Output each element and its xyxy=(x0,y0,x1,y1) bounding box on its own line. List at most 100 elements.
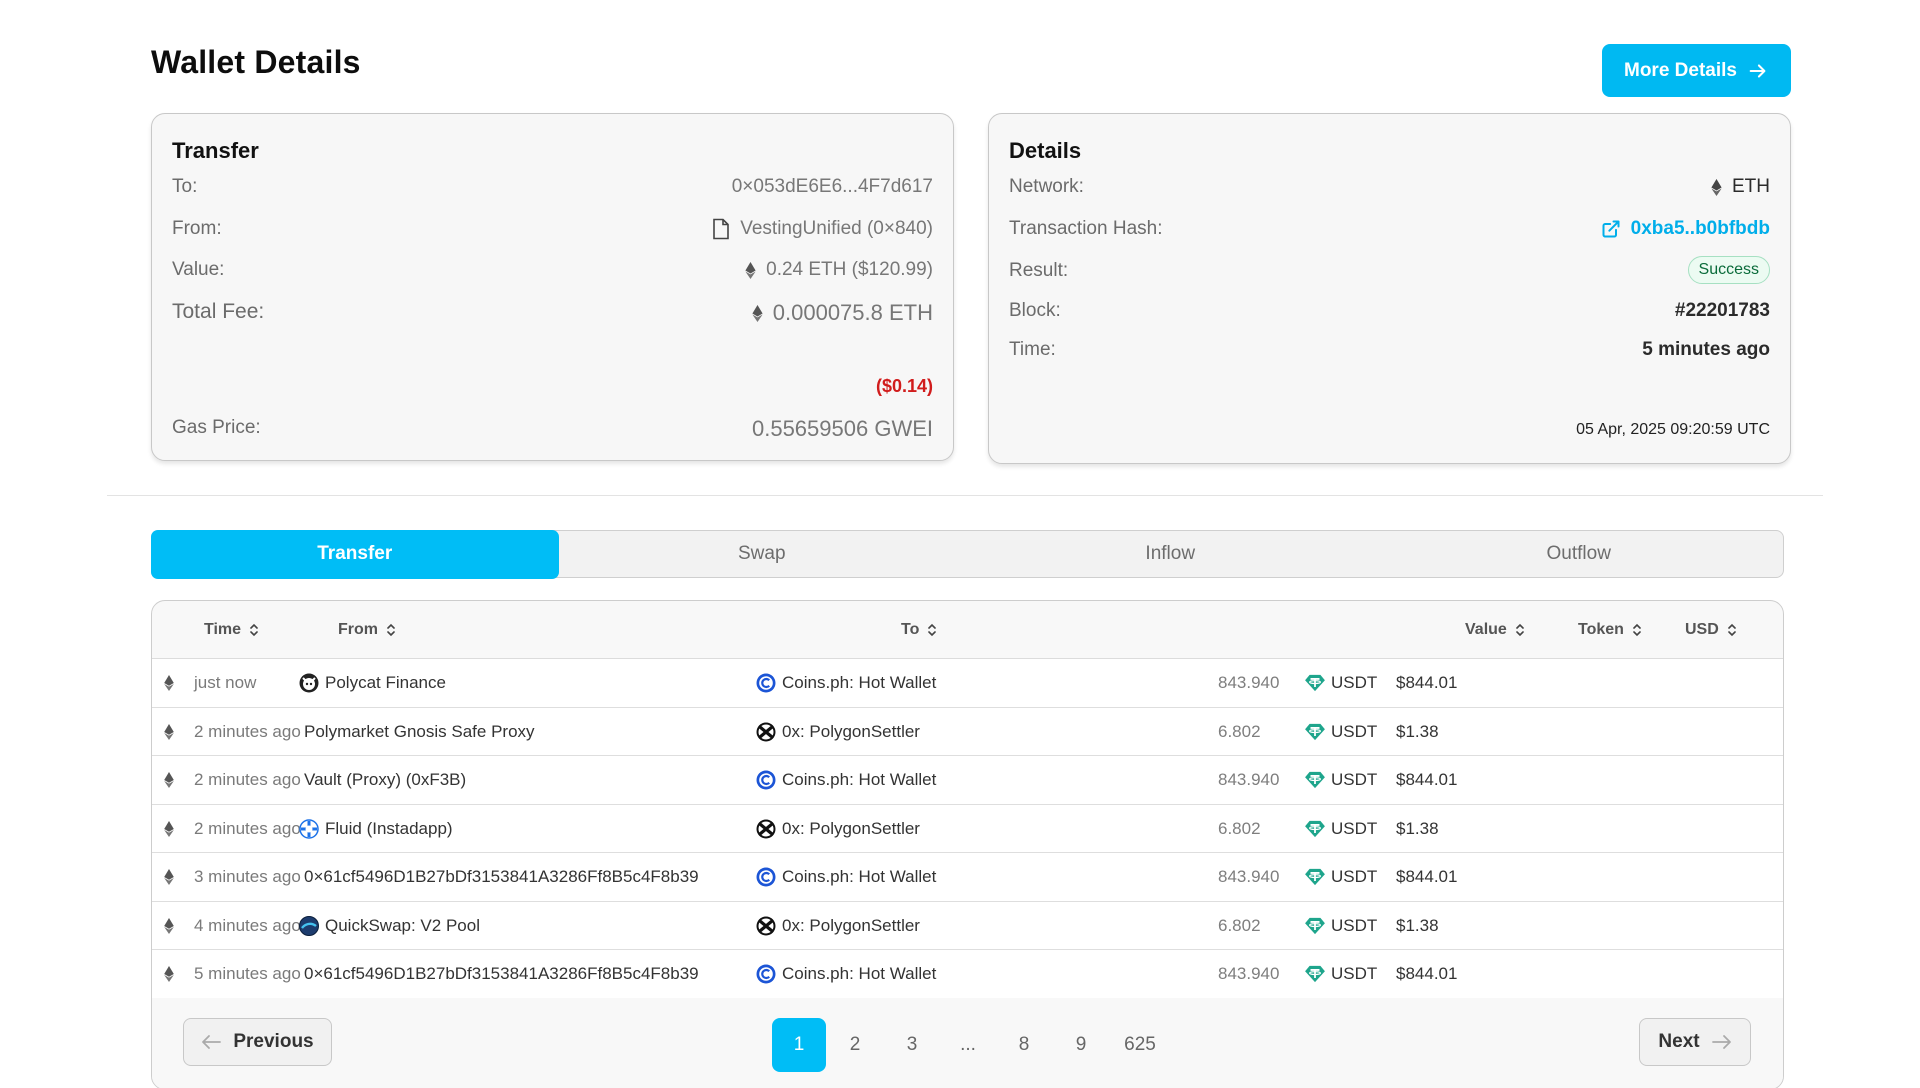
column-token[interactable]: Token xyxy=(1578,621,1642,639)
row-time-text: 2 minutes ago xyxy=(194,770,301,789)
row-from[interactable]: QuickSwap: V2 Pool xyxy=(299,902,480,950)
row-from[interactable]: 0×61cf5496D1B27bDf3153841A3286Ff8B5c4F8b… xyxy=(304,853,699,901)
row-time-text: 3 minutes ago xyxy=(194,867,301,886)
column-token-label: Token xyxy=(1578,621,1624,638)
arrow-right-icon xyxy=(1749,63,1766,78)
previous-button[interactable]: Previous xyxy=(183,1018,332,1066)
row-token[interactable]: USDT xyxy=(1305,902,1377,950)
eth-icon xyxy=(752,304,763,322)
column-from[interactable]: From xyxy=(338,621,396,639)
column-to[interactable]: To xyxy=(901,621,937,639)
row-to-text: Coins.ph: Hot Wallet xyxy=(782,673,937,692)
transaction-hash-link[interactable]: 0xba5..b0bfbdb xyxy=(1601,218,1770,240)
row-usd-text: $844.01 xyxy=(1396,867,1458,886)
page-3[interactable]: 3 xyxy=(885,1018,939,1072)
table-row[interactable]: 3 minutes ago 0×61cf5496D1B27bDf3153841A3… xyxy=(152,853,1783,902)
column-time-label: Time xyxy=(204,621,242,638)
result-label: Result: xyxy=(1009,260,1069,281)
block-number: #22201783 xyxy=(1674,300,1770,321)
row-token[interactable]: USDT xyxy=(1305,805,1377,853)
row-usd: $1.38 xyxy=(1396,805,1439,853)
column-from-label: From xyxy=(338,621,378,638)
column-usd[interactable]: USD xyxy=(1685,621,1737,639)
table-row[interactable]: 2 minutes ago Vault (Proxy) (0xF3B) Coins.… xyxy=(152,756,1783,805)
row-from[interactable]: 0×61cf5496D1B27bDf3153841A3286Ff8B5c4F8b… xyxy=(304,950,699,998)
wallet-details-page: Wallet Details More Details Transfer To:… xyxy=(0,0,1920,1088)
row-from[interactable]: Vault (Proxy) (0xF3B) xyxy=(304,756,466,804)
row-value-text: 843.940 xyxy=(1218,770,1280,789)
row-time: 2 minutes ago xyxy=(194,756,301,804)
table-row[interactable]: just now Polycat Finance Coins.ph: Hot Wal… xyxy=(152,659,1783,708)
pagination: Previous 1 2 3 ... 8 9 625 Next xyxy=(152,998,1783,1088)
page-9[interactable]: 9 xyxy=(1054,1018,1108,1072)
time-value: 5 minutes ago xyxy=(1642,339,1770,361)
tab-transfer[interactable]: Transfer xyxy=(150,529,559,579)
chain-eth-icon xyxy=(164,950,174,998)
block-label: Block: xyxy=(1009,300,1061,321)
row-from[interactable]: Polymarket Gnosis Safe Proxy xyxy=(304,708,535,756)
next-button[interactable]: Next xyxy=(1639,1018,1751,1066)
row-usd-text: $1.38 xyxy=(1396,721,1439,741)
block-value[interactable]: #22201783 xyxy=(1675,300,1770,322)
time-absolute: 05 Apr, 2025 09:20:59 UTC xyxy=(1576,421,1770,438)
gas-price-text: 0.55659506 GWEI xyxy=(751,416,933,441)
column-time[interactable]: Time xyxy=(204,621,259,639)
column-value-label: Value xyxy=(1465,621,1507,638)
row-token[interactable]: USDT xyxy=(1305,756,1377,804)
row-token[interactable]: USDT xyxy=(1305,950,1377,998)
row-to[interactable]: 0x: PolygonSettler xyxy=(756,708,920,756)
transfer-card: Transfer To: 0×053dE6E6...4F7d617 From: … xyxy=(151,113,954,461)
row-value: 843.940 xyxy=(1218,950,1279,998)
row-usd-text: $844.01 xyxy=(1396,770,1458,789)
table-row[interactable]: 4 minutes ago QuickSwap: V2 Pool 0x: Polyg… xyxy=(152,901,1783,950)
time-relative: 5 minutes ago xyxy=(1642,339,1770,360)
row-to[interactable]: Coins.ph: Hot Wallet xyxy=(756,659,936,707)
row-usd-text: $1.38 xyxy=(1396,915,1439,935)
row-token[interactable]: USDT xyxy=(1305,659,1377,707)
tab-swap[interactable]: Swap xyxy=(558,531,967,577)
sort-icon xyxy=(387,623,395,637)
coins-ph-icon xyxy=(756,673,776,693)
row-to[interactable]: 0x: PolygonSettler xyxy=(756,805,920,853)
polycat-icon xyxy=(299,673,319,693)
column-to-label: To xyxy=(901,621,920,638)
to-address[interactable]: 0×053dE6E6...4F7d617 xyxy=(732,176,933,198)
chain-eth-icon xyxy=(164,805,174,853)
eth-icon xyxy=(164,820,174,837)
usdt-icon xyxy=(1305,723,1325,740)
row-to[interactable]: Coins.ph: Hot Wallet xyxy=(756,853,936,901)
row-from[interactable]: Polycat Finance xyxy=(299,659,446,707)
network-value: ETH xyxy=(1711,176,1770,198)
page-2[interactable]: 2 xyxy=(828,1018,882,1072)
row-to[interactable]: Coins.ph: Hot Wallet xyxy=(756,950,936,998)
row-time-text: 5 minutes ago xyxy=(194,964,301,983)
table-row[interactable]: 5 minutes ago 0×61cf5496D1B27bDf3153841A3… xyxy=(152,950,1783,999)
sort-icon xyxy=(1727,623,1736,637)
tab-outflow[interactable]: Outflow xyxy=(1375,531,1784,577)
row-token[interactable]: USDT xyxy=(1305,708,1377,756)
row-token[interactable]: USDT xyxy=(1305,853,1377,901)
row-from-text: 0×61cf5496D1B27bDf3153841A3286Ff8B5c4F8b… xyxy=(304,867,699,886)
more-details-button[interactable]: More Details xyxy=(1602,44,1791,97)
column-value[interactable]: Value xyxy=(1465,621,1525,639)
row-to-text: 0x: PolygonSettler xyxy=(782,818,920,838)
row-value: 843.940 xyxy=(1218,853,1279,901)
transaction-hash-label: Transaction Hash: xyxy=(1009,218,1163,239)
table-row[interactable]: 2 minutes ago Polymarket Gnosis Safe Prox… xyxy=(152,707,1783,756)
page-625[interactable]: 625 xyxy=(1110,1018,1170,1072)
row-token-text: USDT xyxy=(1331,964,1378,983)
table-row[interactable]: 2 minutes ago Fluid (Instadapp) 0x: Polygo… xyxy=(152,804,1783,853)
tab-inflow[interactable]: Inflow xyxy=(966,531,1375,577)
chain-eth-icon xyxy=(164,659,174,707)
page-1[interactable]: 1 xyxy=(772,1018,826,1072)
row-to[interactable]: Coins.ph: Hot Wallet xyxy=(756,756,936,804)
usdt-icon xyxy=(1305,965,1325,983)
row-time: 5 minutes ago xyxy=(194,950,301,998)
page-8[interactable]: 8 xyxy=(997,1018,1051,1072)
result-value: Success xyxy=(1687,256,1770,284)
row-to[interactable]: 0x: PolygonSettler xyxy=(756,902,920,950)
table-header: Time From To Value Token USD xyxy=(152,601,1783,659)
row-usd: $844.01 xyxy=(1396,950,1457,998)
from-contract[interactable]: VestingUnified (0×840) xyxy=(712,218,933,240)
row-from[interactable]: Fluid (Instadapp) xyxy=(299,805,453,853)
